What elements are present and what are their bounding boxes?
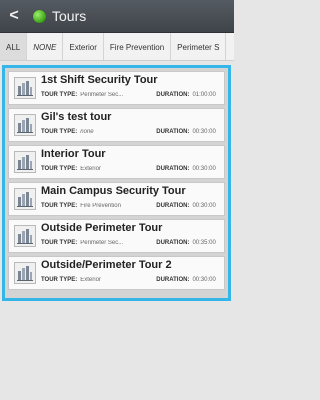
tour-row[interactable]: Gil's test tour TOUR TYPE: none DURATION: 00… bbox=[8, 108, 225, 142]
tour-row-body: Main Campus Security Tour TOUR TYPE: Fire … bbox=[41, 182, 224, 216]
duration-value: 00:30:00 bbox=[192, 277, 216, 283]
duration-label: DURATION: bbox=[156, 203, 190, 209]
tour-row-body: 1st Shift Security Tour TOUR TYPE: Perimet… bbox=[41, 71, 224, 105]
tour-building-icon bbox=[14, 151, 36, 173]
tour-list: 1st Shift Security Tour TOUR TYPE: Perimet… bbox=[2, 65, 231, 301]
duration-value: 00:30:00 bbox=[192, 129, 216, 135]
tour-meta: TOUR TYPE: none DURATION: 00:30:00 bbox=[41, 129, 221, 135]
tour-row[interactable]: 1st Shift Security Tour TOUR TYPE: Perimet… bbox=[8, 71, 225, 105]
tour-type-value: Exterior bbox=[80, 277, 101, 283]
tour-type-value: Exterior bbox=[80, 166, 101, 172]
tour-building-icon bbox=[14, 114, 36, 136]
tour-name: Interior Tour bbox=[41, 148, 106, 160]
tour-row-body: Gil's test tour TOUR TYPE: none DURATION: 00… bbox=[41, 108, 224, 142]
tour-row-body: Outside/Perimeter Tour 2 TOUR TYPE: Exteri… bbox=[41, 256, 224, 290]
tour-type-value: Perimeter Sec... bbox=[80, 240, 124, 246]
duration-value: 00:30:00 bbox=[192, 203, 216, 209]
tour-meta: TOUR TYPE: Perimeter Sec... DURATION: 00:35… bbox=[41, 240, 221, 246]
tour-type-value: Fire Prevention bbox=[80, 203, 121, 209]
tour-building-icon bbox=[14, 225, 36, 247]
tour-building-icon bbox=[14, 262, 36, 284]
duration-value: 00:30:00 bbox=[192, 166, 216, 172]
back-arrow-icon[interactable]: < bbox=[0, 0, 28, 33]
duration-label: DURATION: bbox=[156, 240, 190, 246]
tour-row[interactable]: Main Campus Security Tour TOUR TYPE: Fire … bbox=[8, 182, 225, 216]
tour-type-value: Perimeter Sec... bbox=[80, 92, 124, 98]
tab-fire-prevention[interactable]: Fire Prevention bbox=[104, 33, 172, 60]
duration-value: 01:00:00 bbox=[192, 92, 216, 98]
tour-type-label: TOUR TYPE: bbox=[41, 129, 78, 135]
tour-meta: TOUR TYPE: Fire Prevention DURATION: 00:30:… bbox=[41, 203, 221, 209]
tour-meta: TOUR TYPE: Exterior DURATION: 00:30:00 bbox=[41, 166, 221, 172]
tour-type-label: TOUR TYPE: bbox=[41, 277, 78, 283]
tab-none[interactable]: NONE bbox=[27, 33, 64, 60]
tour-row[interactable]: Outside/Perimeter Tour 2 TOUR TYPE: Exteri… bbox=[8, 256, 225, 290]
tour-type-label: TOUR TYPE: bbox=[41, 203, 78, 209]
status-indicator-icon bbox=[33, 9, 46, 23]
tour-name: Outside Perimeter Tour bbox=[41, 222, 163, 234]
tour-building-icon bbox=[14, 188, 36, 210]
tour-name: Outside/Perimeter Tour 2 bbox=[41, 259, 172, 271]
tour-row-body: Interior Tour TOUR TYPE: Exterior DURATION:… bbox=[41, 145, 224, 179]
page-title: Tours bbox=[52, 8, 87, 24]
tour-building-icon bbox=[14, 77, 36, 99]
tour-type-value: none bbox=[80, 129, 94, 135]
duration-label: DURATION: bbox=[156, 277, 190, 283]
tour-row[interactable]: Outside Perimeter Tour TOUR TYPE: Perimete… bbox=[8, 219, 225, 253]
tour-type-label: TOUR TYPE: bbox=[41, 166, 78, 172]
tour-name: Main Campus Security Tour bbox=[41, 185, 186, 197]
app-header: < Tours bbox=[0, 0, 234, 33]
duration-value: 00:35:00 bbox=[192, 240, 216, 246]
tour-type-tabs: ALL NONE Exterior Fire Prevention Perime… bbox=[0, 33, 234, 61]
tour-meta: TOUR TYPE: Exterior DURATION: 00:30:00 bbox=[41, 277, 221, 283]
tour-meta: TOUR TYPE: Perimeter Sec... DURATION: 01:00… bbox=[41, 92, 221, 98]
tour-type-label: TOUR TYPE: bbox=[41, 240, 78, 246]
duration-label: DURATION: bbox=[156, 166, 190, 172]
duration-label: DURATION: bbox=[156, 129, 190, 135]
tour-type-label: TOUR TYPE: bbox=[41, 92, 78, 98]
tour-name: Gil's test tour bbox=[41, 111, 112, 123]
duration-label: DURATION: bbox=[156, 92, 190, 98]
tab-perimeter[interactable]: Perimeter S bbox=[171, 33, 227, 60]
tour-row-body: Outside Perimeter Tour TOUR TYPE: Perimete… bbox=[41, 219, 224, 253]
tour-row[interactable]: Interior Tour TOUR TYPE: Exterior DURATION:… bbox=[8, 145, 225, 179]
tour-name: 1st Shift Security Tour bbox=[41, 74, 158, 86]
tab-all[interactable]: ALL bbox=[0, 33, 28, 60]
tab-exterior[interactable]: Exterior bbox=[63, 33, 104, 60]
